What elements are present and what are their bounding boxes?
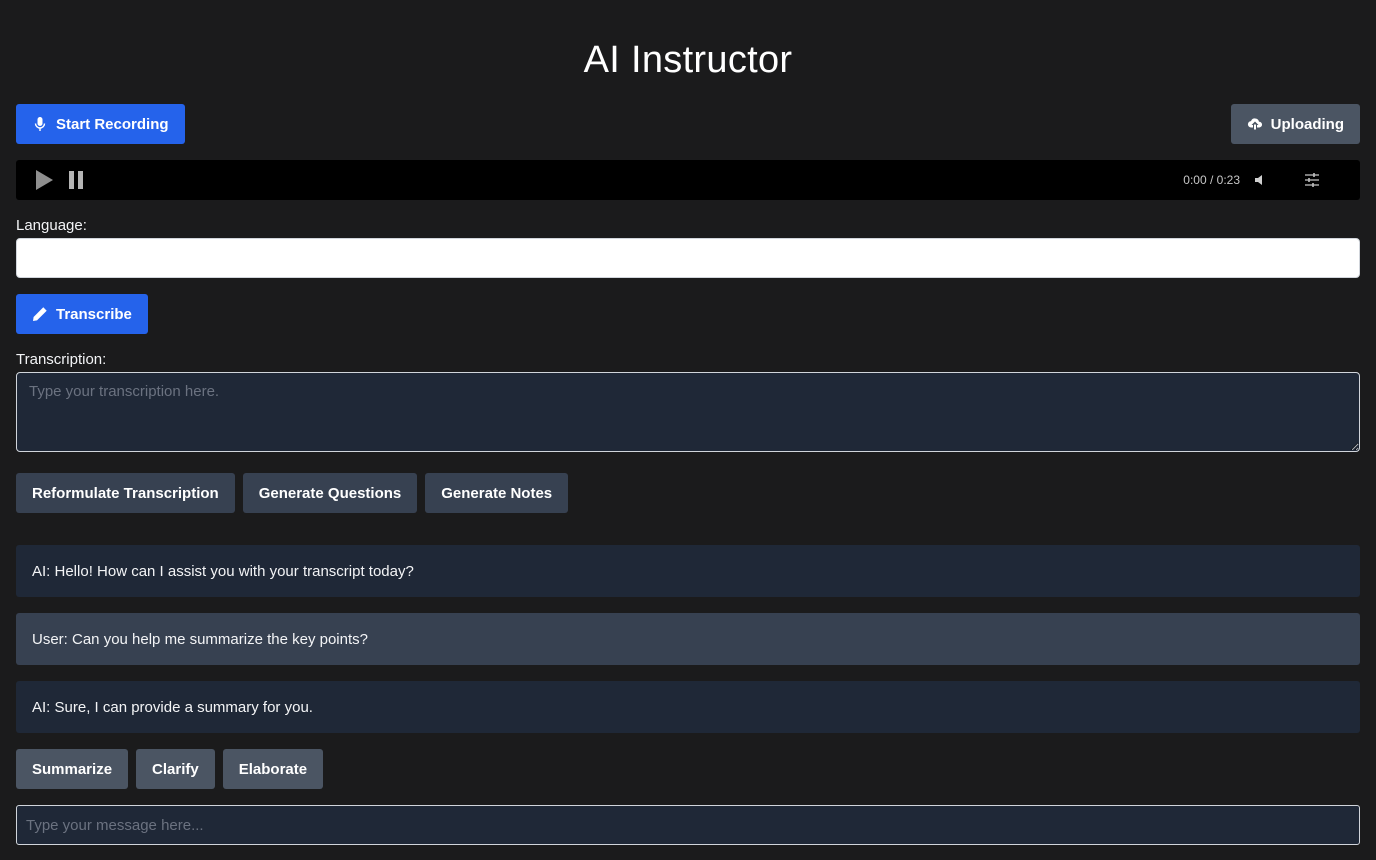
cloud-upload-icon [1247,116,1263,132]
pause-icon[interactable] [68,171,84,189]
language-label: Language: [16,217,87,234]
audio-player: 0:00 / 0:23 [16,160,1360,200]
volume-icon[interactable] [1254,173,1268,187]
chat-message-user: User: Can you help me summarize the key … [16,613,1360,665]
elaborate-button[interactable]: Elaborate [222,749,324,789]
toolbar: Start Recording Uploading [16,104,1360,144]
start-recording-button[interactable]: Start Recording [16,104,185,144]
language-input[interactable] [16,238,1360,278]
page: AI Instructor Start Recording Uploading … [0,0,1376,860]
generate-questions-button[interactable]: Generate Questions [242,473,418,513]
uploading-button[interactable]: Uploading [1230,104,1360,144]
generate-notes-button[interactable]: Generate Notes [425,473,569,513]
uploading-label: Uploading [1270,115,1344,133]
pencil-icon [32,306,48,322]
chat-quick-actions: Summarize Clarify Elaborate [16,749,1360,789]
transcription-textarea[interactable] [16,372,1360,452]
chat-message-ai: AI: Hello! How can I assist you with you… [16,545,1360,597]
microphone-icon [32,116,48,132]
sliders-icon[interactable] [1304,172,1320,188]
start-recording-label: Start Recording [56,115,169,133]
summarize-button[interactable]: Summarize [16,749,129,789]
transcribe-button[interactable]: Transcribe [16,294,148,334]
clarify-button[interactable]: Clarify [136,749,215,789]
reformulate-transcription-button[interactable]: Reformulate Transcription [16,473,235,513]
play-icon[interactable] [34,169,54,191]
chat-message-ai: AI: Sure, I can provide a summary for yo… [16,681,1360,733]
chat-log: AI: Hello! How can I assist you with you… [16,545,1360,733]
transcription-actions: Reformulate Transcription Generate Quest… [16,473,1360,513]
playback-time: 0:00 / 0:23 [1183,173,1240,187]
page-title: AI Instructor [583,39,793,81]
chat-message-input[interactable] [16,805,1360,845]
transcribe-label: Transcribe [56,305,132,323]
transcription-label: Transcription: [16,351,107,368]
